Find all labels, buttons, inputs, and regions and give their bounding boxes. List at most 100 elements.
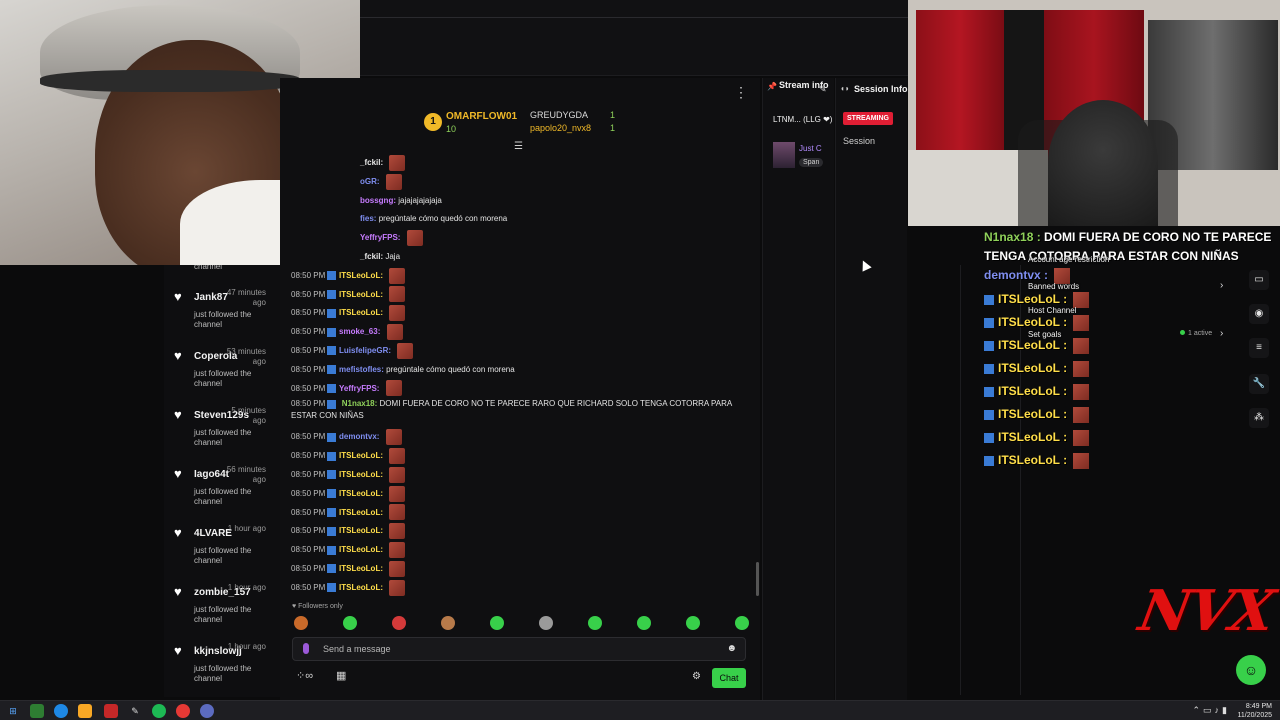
emote-icon[interactable]	[735, 616, 749, 630]
user-badge-icon	[984, 318, 994, 328]
message-user[interactable]: YeffryFPS:	[360, 233, 400, 242]
wrench-icon[interactable]: 🔧	[1249, 374, 1269, 394]
mic-icon[interactable]	[303, 643, 309, 654]
points-icon[interactable]: ⁘∞	[296, 670, 313, 682]
pin-icon[interactable]: 📌	[767, 82, 777, 91]
follower-name[interactable]: Jank87	[194, 292, 228, 303]
message-user[interactable]: ITSLeoLoL:	[339, 271, 383, 280]
follow-action: just followed the channel	[194, 664, 252, 683]
settings-gear-icon[interactable]: ⚙	[692, 671, 701, 682]
system-tray[interactable]: ⌃▭♪▮	[1193, 705, 1231, 716]
follower-item[interactable]: ♥ Jank87 47 minutes ago just followed the c…	[164, 272, 280, 331]
filter-icon[interactable]: ☰	[514, 141, 523, 152]
message-user[interactable]: ITSLeoLoL:	[339, 526, 383, 535]
follower-item[interactable]: ♥ zombie_157 1 hour ago just followed the c…	[164, 567, 280, 626]
message-user[interactable]: ITSLeoLoL:	[339, 508, 383, 517]
follower-item[interactable]: ♥ 4LVARE 1 hour ago just followed the chann…	[164, 508, 280, 567]
app-red-icon[interactable]	[104, 704, 118, 718]
emote-icon[interactable]	[588, 616, 602, 630]
emoji-icon[interactable]: ☻	[726, 643, 737, 654]
chevron-right-icon[interactable]: ›	[1218, 251, 1221, 262]
message-user[interactable]: _fckil:	[360, 252, 383, 261]
follower-item[interactable]: ♥ Steven129s 5 minutes ago just followed th…	[164, 390, 280, 449]
message-user[interactable]: ITSLeoLoL:	[339, 545, 383, 554]
follower-item[interactable]: ♥ Coperola 53 minutes ago just followed the…	[164, 331, 280, 390]
emote-icon[interactable]	[490, 616, 504, 630]
message-text: jajajajajajaja	[398, 195, 442, 205]
message-body: YeffryFPS:	[360, 229, 423, 248]
emote-icon[interactable]	[441, 616, 455, 630]
overlay-chat-line: ITSLeoLoL :	[984, 453, 1090, 469]
emote-icon	[1073, 407, 1090, 423]
windows-start-icon[interactable]: ⊞	[6, 704, 20, 718]
more-options-icon[interactable]: ⋮	[734, 84, 748, 101]
message-user[interactable]: smoke_63:	[339, 327, 380, 336]
message-user[interactable]: bossgng:	[360, 196, 396, 205]
user-badge-icon	[327, 489, 336, 499]
gift-icon[interactable]: ▦	[336, 669, 346, 682]
message-user[interactable]: N1nax18:	[342, 399, 378, 408]
leader-second-name[interactable]: GREUDYGDA	[530, 110, 588, 120]
message-user[interactable]: fies:	[360, 214, 376, 223]
network-icon[interactable]: ⁂	[1249, 408, 1269, 428]
chat-scrollbar[interactable]	[756, 562, 759, 596]
spotify-icon[interactable]	[152, 704, 166, 718]
message-user[interactable]: ITSLeoLoL:	[339, 489, 383, 498]
emote-icon[interactable]	[539, 616, 553, 630]
menu-host-channel[interactable]: Host Channel	[1028, 306, 1076, 315]
stream-tag[interactable]: Span	[799, 158, 824, 167]
menu-set-goals[interactable]: Set goals	[1028, 330, 1061, 339]
send-chat-button[interactable]: Chat	[712, 668, 746, 688]
message-user[interactable]: YeffryFPS:	[339, 384, 379, 393]
message-user[interactable]: ITSLeoLoL:	[339, 470, 383, 479]
emote-icon[interactable]	[637, 616, 651, 630]
category-name[interactable]: Just C	[799, 144, 822, 153]
chat-message: oGR:	[280, 173, 750, 192]
chevron-right-icon[interactable]: ›	[1220, 280, 1223, 291]
message-user[interactable]: ITSLeoLoL:	[339, 451, 383, 460]
follow-action: just followed the channel	[194, 546, 252, 565]
chrome-icon[interactable]	[176, 704, 190, 718]
message-input-box: ☻	[292, 637, 746, 661]
message-user[interactable]: mefistofles:	[339, 365, 384, 374]
discord-icon[interactable]	[200, 704, 214, 718]
message-user[interactable]: demontvx:	[339, 432, 379, 441]
message-user[interactable]: ITSLeoLoL:	[339, 290, 383, 299]
emote-icon[interactable]	[343, 616, 357, 630]
emote-icon[interactable]	[294, 616, 308, 630]
chevron-right-icon[interactable]: ›	[1220, 328, 1223, 339]
follower-item[interactable]: ♥ Iago64t 56 minutes ago just followed the …	[164, 449, 280, 508]
chat-bubble-icon[interactable]: ▭	[1249, 270, 1269, 290]
broadcast-icon[interactable]: ◉	[1249, 304, 1269, 324]
pen-icon[interactable]: ✎	[128, 704, 142, 718]
emote-icon	[389, 466, 406, 483]
highlighted-chat-message: 08:50 PM N1nax18: DOMI FUERA DE CORO NO …	[280, 398, 750, 428]
message-user[interactable]: ITSLeoLoL:	[339, 564, 383, 573]
edit-pencil-icon[interactable]: ✎	[819, 84, 827, 95]
emote-icon	[389, 154, 406, 171]
menu-account-age[interactable]: Account age restriction	[1028, 255, 1109, 264]
message-user[interactable]: _fckil:	[360, 158, 383, 167]
emote-icon[interactable]	[392, 616, 406, 630]
streaming-status-badge: STREAMING	[843, 112, 893, 125]
message-user[interactable]: ITSLeoLoL:	[339, 583, 383, 592]
follower-item[interactable]: ♥ kkjnslowjj 1 hour ago just followed the c…	[164, 626, 280, 685]
support-chat-icon[interactable]: ☺	[1236, 655, 1266, 685]
message-user[interactable]: ITSLeoLoL:	[339, 308, 383, 317]
clock[interactable]: 8:49 PM 11/20/2025	[1237, 702, 1272, 720]
list-icon[interactable]: ≡	[1249, 338, 1269, 358]
leader-third-name[interactable]: papolo20_nvx8	[530, 123, 591, 133]
emote-icon[interactable]	[686, 616, 700, 630]
browser-icon[interactable]	[54, 704, 68, 718]
message-user[interactable]: oGR:	[360, 177, 380, 186]
emote-icon	[1073, 384, 1090, 400]
message-user[interactable]: LuisfelipeGR:	[339, 346, 391, 355]
message-input[interactable]	[323, 641, 713, 657]
terminal-icon[interactable]	[30, 704, 44, 718]
menu-banned-words[interactable]: Banned words	[1028, 282, 1079, 291]
follower-item[interactable]: ♥juiyenfayard1 hour agojust followed the	[164, 685, 280, 697]
folder-icon[interactable]	[78, 704, 92, 718]
top-bar-divider	[360, 17, 908, 18]
leader-first-name[interactable]: OMARFLOW01	[446, 111, 517, 122]
emote-icon	[1073, 361, 1090, 377]
